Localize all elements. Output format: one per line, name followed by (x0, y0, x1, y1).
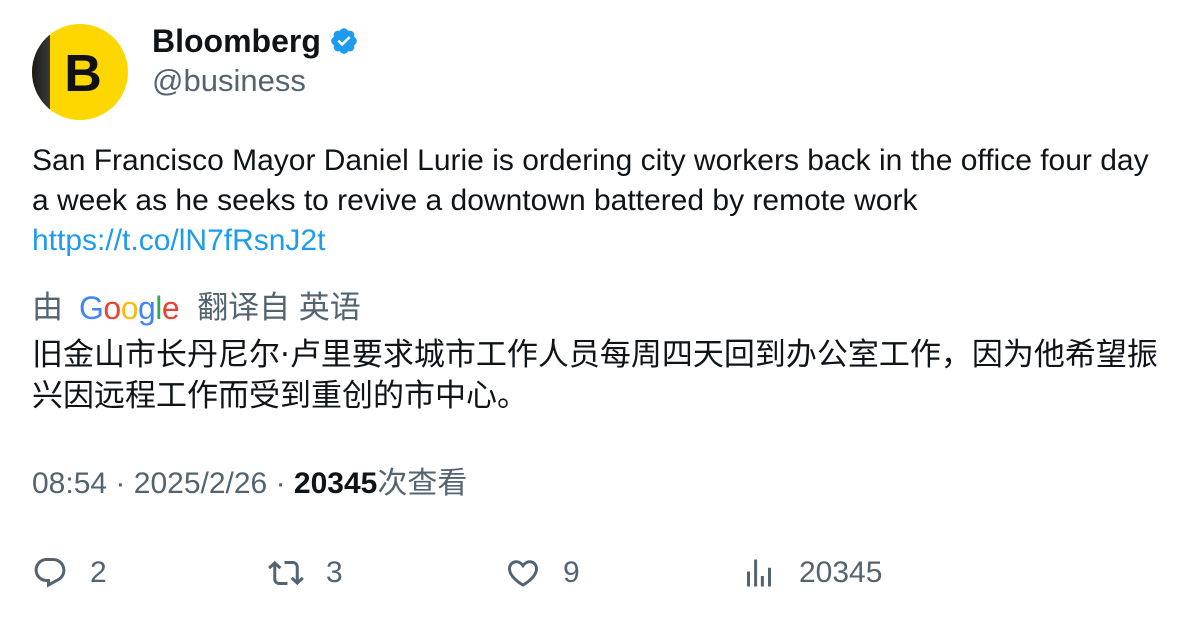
avatar-letter: B (64, 45, 102, 103)
avatar-shadow (32, 24, 50, 120)
like-count: 9 (563, 556, 580, 589)
retweet-button[interactable]: 3 (268, 550, 343, 596)
verified-badge-icon (331, 28, 357, 54)
avatar[interactable]: B (32, 24, 128, 120)
views-label: 次查看 (377, 467, 468, 500)
tweet-meta: 08:54 · 2025/2/26 · 20345次查看 (32, 464, 467, 504)
translated-text: 旧金山市长丹尼尔·卢里要求城市工作人员每周四天回到办公室工作，因为他希望振兴因远… (32, 337, 1158, 414)
translation-attribution: 由 Google 翻译自 英语 (32, 288, 361, 328)
tweet-time[interactable]: 08:54 (32, 467, 107, 500)
meta-separator: · (275, 467, 286, 500)
reply-icon (34, 558, 66, 588)
views-button[interactable]: 20345 (741, 550, 882, 596)
retweet-count: 3 (326, 556, 343, 589)
translated-from-label[interactable]: 翻译自 英语 (197, 288, 361, 328)
reply-count: 2 (90, 556, 107, 589)
meta-separator: · (115, 467, 126, 500)
views-count: 20345 (293, 467, 378, 500)
retweet-icon (268, 560, 304, 586)
author-name[interactable]: Bloomberg (152, 22, 321, 60)
tweet-link[interactable]: https://t.co/lN7fRsnJ2t (32, 221, 1172, 261)
analytics-icon (747, 559, 771, 587)
views-action-count: 20345 (799, 556, 883, 589)
author-name-row[interactable]: Bloomberg (152, 22, 359, 60)
tweet-text: San Francisco Mayor Daniel Lurie is orde… (32, 144, 1149, 217)
author-handle[interactable]: @business (152, 62, 306, 100)
tweet-body: San Francisco Mayor Daniel Lurie is orde… (32, 141, 1172, 261)
heart-icon (507, 560, 539, 587)
action-bar: 2 3 9 20345 (32, 550, 1172, 596)
translation-by-label: 由 (32, 290, 63, 325)
tweet-date[interactable]: 2025/2/26 (134, 467, 267, 500)
like-button[interactable]: 9 (505, 550, 580, 596)
google-logo[interactable]: Google (79, 288, 180, 328)
reply-button[interactable]: 2 (32, 550, 107, 596)
